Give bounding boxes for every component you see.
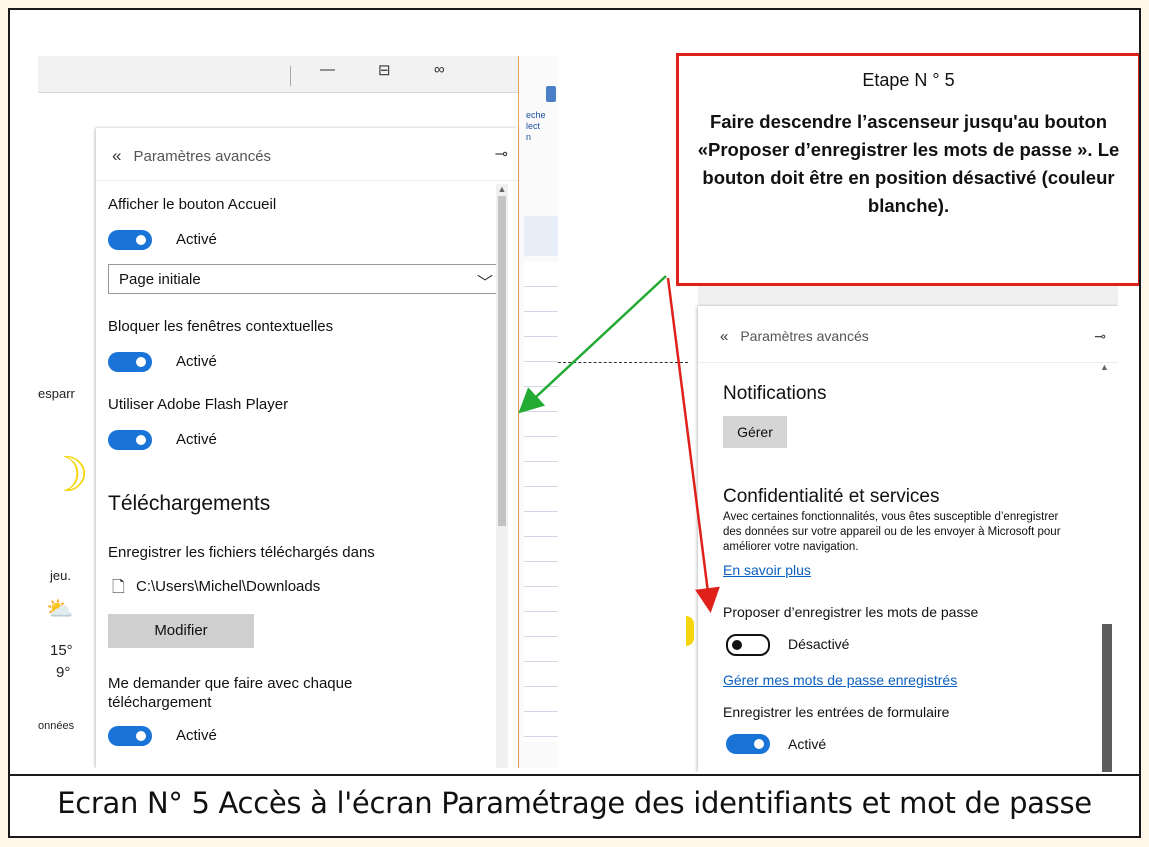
annotation-arrows [518,275,720,613]
caption-divider [10,774,1139,776]
red-arrow [666,277,720,613]
green-arrow [518,275,667,414]
figure-caption: Ecran N° 5 Accès à l'écran Paramétrage d… [57,786,1092,820]
document-frame: — ⊟ ∞ eche lect n esparr ☽ jeu. ⛅ 15° 9°… [8,8,1141,838]
